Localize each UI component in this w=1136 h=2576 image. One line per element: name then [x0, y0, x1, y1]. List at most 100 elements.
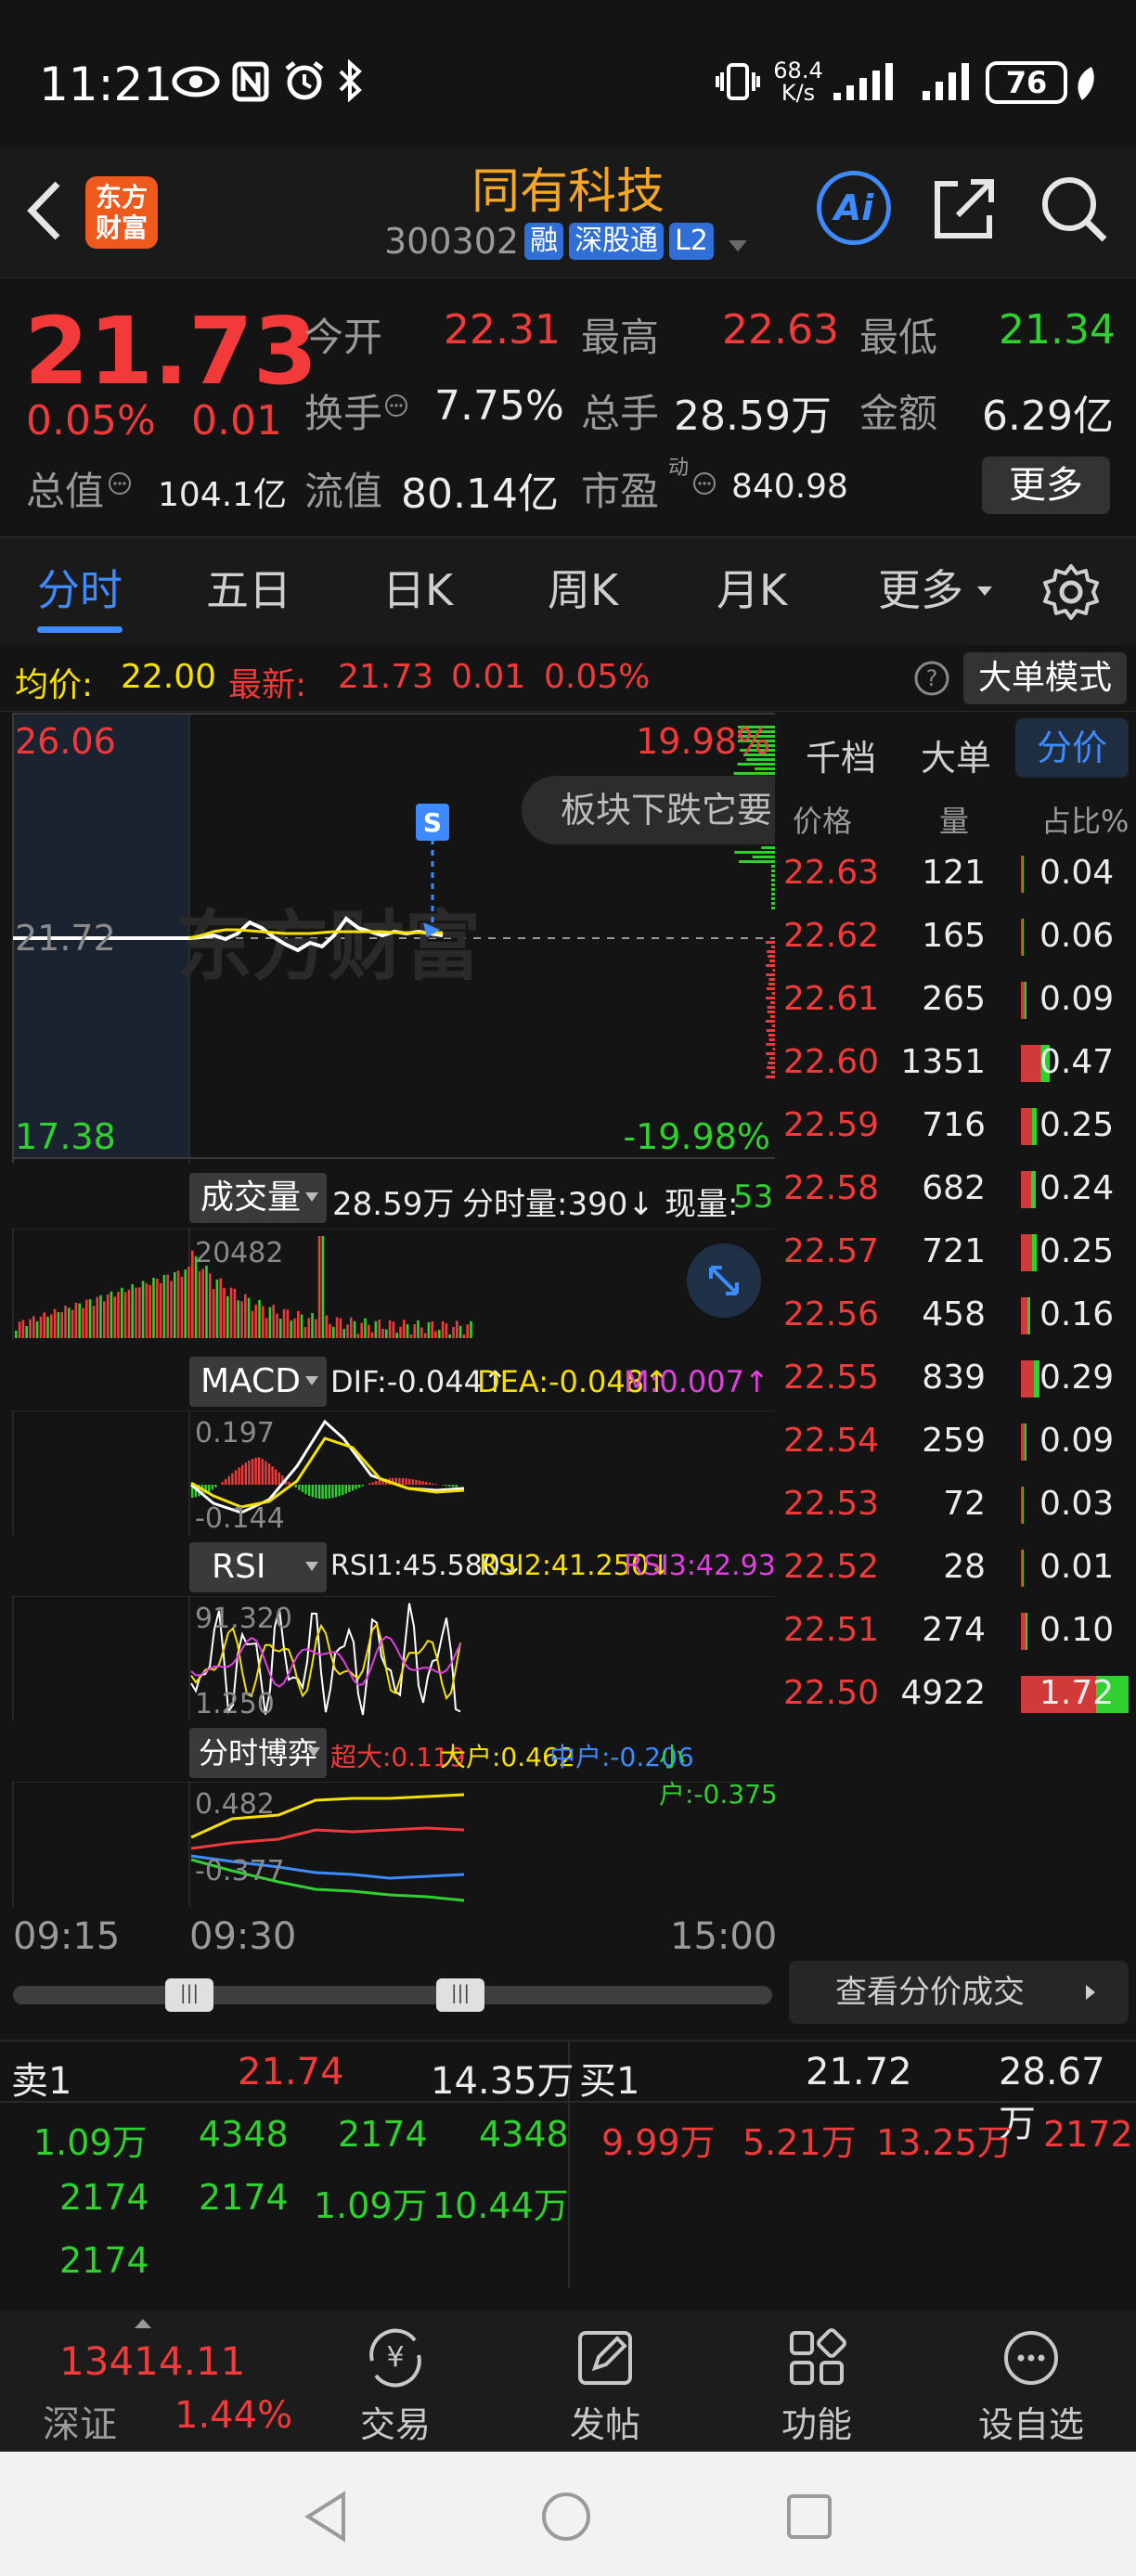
rsi-selector[interactable]: RSI: [189, 1542, 327, 1592]
recents-square-icon[interactable]: [785, 2492, 833, 2541]
info-circle-icon[interactable]: [108, 471, 132, 499]
macd-bar: [214, 1485, 217, 1488]
gear-icon[interactable]: [1041, 562, 1101, 625]
volume-chart[interactable]: 20482: [0, 1229, 775, 1340]
index-ticker[interactable]: 13414.11 深证 1.44%: [0, 2311, 297, 2452]
ask-queue-item: 1.09万: [33, 2122, 148, 2163]
macd-selector[interactable]: MACD: [189, 1357, 327, 1407]
range-slider-track[interactable]: [13, 1986, 772, 2004]
back-triangle-icon[interactable]: [303, 2491, 349, 2543]
macd-bar: [208, 1485, 211, 1492]
tab-week-k[interactable]: 周K: [548, 557, 618, 618]
nav-functions[interactable]: 功能: [761, 2324, 872, 2445]
price-dist-row[interactable]: 22.50 4922 1.72: [778, 1663, 1136, 1726]
volume-bar: [205, 1266, 208, 1338]
game-chart[interactable]: 0.482 -0.377: [0, 1782, 775, 1906]
tab-month-k[interactable]: 月K: [716, 557, 787, 618]
price-dist-row[interactable]: 22.54 259 0.09: [778, 1410, 1136, 1474]
high-value: 22.63: [722, 306, 839, 354]
price-dist-row[interactable]: 22.55 839 0.29: [778, 1347, 1136, 1410]
tab-price-dist[interactable]: 分价: [1015, 718, 1129, 778]
price-dist-row[interactable]: 22.51 274 0.10: [778, 1600, 1136, 1663]
share-icon[interactable]: [930, 174, 999, 247]
tab-depth[interactable]: 千档: [806, 729, 876, 780]
volume-selector[interactable]: 成交量: [189, 1173, 327, 1223]
info-circle-icon[interactable]: [692, 471, 716, 499]
volume-bar: [286, 1309, 290, 1338]
badge-l2: L2: [669, 223, 714, 260]
rsi3-line: [190, 1635, 461, 1688]
macd-bar: [448, 1485, 451, 1487]
tab-five-day[interactable]: 五日: [206, 557, 291, 618]
volume-bar: [123, 1292, 127, 1338]
sector-tooltip[interactable]: 板块下跌它要: [522, 776, 775, 844]
depth-bar: [733, 772, 775, 775]
range-slider-handle-left[interactable]: |||: [165, 1978, 213, 2012]
minute-volume: 分时量:390↓: [462, 1186, 654, 1223]
expand-icon[interactable]: [687, 1243, 761, 1318]
volume-bar: [297, 1310, 300, 1338]
macd-bar: [261, 1459, 264, 1485]
bid-queue-item: 2172: [1043, 2114, 1133, 2155]
search-icon[interactable]: [1038, 173, 1108, 247]
macd-bar: [211, 1485, 213, 1490]
info-circle-icon[interactable]: [384, 393, 408, 421]
nav-trade[interactable]: ¥ 交易: [340, 2324, 451, 2445]
depth-bar: [771, 865, 775, 868]
home-circle-icon[interactable]: [540, 2491, 592, 2543]
tab-intraday[interactable]: 分时: [37, 557, 123, 618]
macd-chart[interactable]: 0.197 -0.144: [0, 1410, 775, 1535]
price-dist-row[interactable]: 22.58 682 0.24: [778, 1158, 1136, 1221]
price-dist-row[interactable]: 22.62 165 0.06: [778, 906, 1136, 969]
row-price: 22.60: [783, 1043, 880, 1081]
depth-bar: [771, 907, 775, 909]
view-price-trades-button[interactable]: 查看分价成交: [789, 1961, 1129, 2024]
high-label: 最高: [581, 315, 660, 360]
price-dist-row[interactable]: 22.56 458 0.16: [778, 1284, 1136, 1347]
latest-pct: 0.05%: [544, 658, 651, 696]
tab-big-orders[interactable]: 大单: [921, 729, 991, 780]
nav-add-watchlist[interactable]: 设自选: [962, 2324, 1101, 2445]
macd-bar: [317, 1485, 321, 1499]
tab-day-k[interactable]: 日K: [382, 557, 453, 618]
price-dist-row[interactable]: 22.63 121 0.04: [778, 843, 1136, 906]
price-dist-row[interactable]: 22.4917290.60: [778, 1726, 1136, 1733]
range-slider-handle-right[interactable]: |||: [436, 1978, 484, 2012]
rsi-chart[interactable]: 91.320 1.250: [0, 1596, 775, 1720]
price-axis-bottom: 17.38: [15, 1116, 116, 1157]
quote-panel: 21.73 0.05% 0.01 今开 22.31 最高 22.63 最低 21…: [0, 278, 1136, 538]
bid1-price: 21.72: [806, 2051, 912, 2093]
price-dist-row[interactable]: 22.59 716 0.25: [778, 1095, 1136, 1158]
big-order-mode-button[interactable]: 大单模式: [963, 652, 1127, 704]
ai-button[interactable]: Ai: [817, 171, 891, 245]
volume-bar: [121, 1287, 123, 1338]
price-dist-row[interactable]: 22.61 265 0.09: [778, 969, 1136, 1032]
ask-queue-item: 2174: [199, 2177, 289, 2218]
game-selector[interactable]: 分时博弈: [189, 1728, 327, 1778]
volume-bar: [346, 1324, 349, 1338]
volume-bar: [317, 1236, 321, 1338]
more-button[interactable]: 更多: [982, 457, 1110, 514]
rsi-selector-label: RSI: [212, 1548, 266, 1586]
nav-post[interactable]: 发帖: [549, 2324, 661, 2445]
volume-bar: [438, 1330, 441, 1338]
volume-bar: [99, 1294, 102, 1338]
row-pct-bar: [1021, 1613, 1027, 1650]
price-dist-row[interactable]: 22.60 1351 0.47: [778, 1032, 1136, 1095]
volume-bar: [106, 1294, 110, 1338]
row-pct: 0.10: [1039, 1611, 1115, 1649]
tab-more[interactable]: 更多: [878, 557, 963, 618]
help-icon[interactable]: ?: [913, 660, 950, 701]
macd-bar: [432, 1483, 434, 1485]
macd-bar: [251, 1459, 254, 1485]
volume-bar: [406, 1324, 409, 1338]
ask-queue-item: 10.44万: [432, 2185, 569, 2226]
caret-down-icon[interactable]: [727, 221, 749, 262]
volume-bar: [353, 1320, 356, 1338]
volume-bar: [127, 1289, 131, 1338]
row-price: 22.57: [783, 1232, 880, 1270]
price-dist-row[interactable]: 22.53 72 0.03: [778, 1474, 1136, 1537]
depth-bar: [771, 869, 775, 872]
price-dist-row[interactable]: 22.52 28 0.01: [778, 1537, 1136, 1600]
price-dist-row[interactable]: 22.57 721 0.25: [778, 1221, 1136, 1284]
